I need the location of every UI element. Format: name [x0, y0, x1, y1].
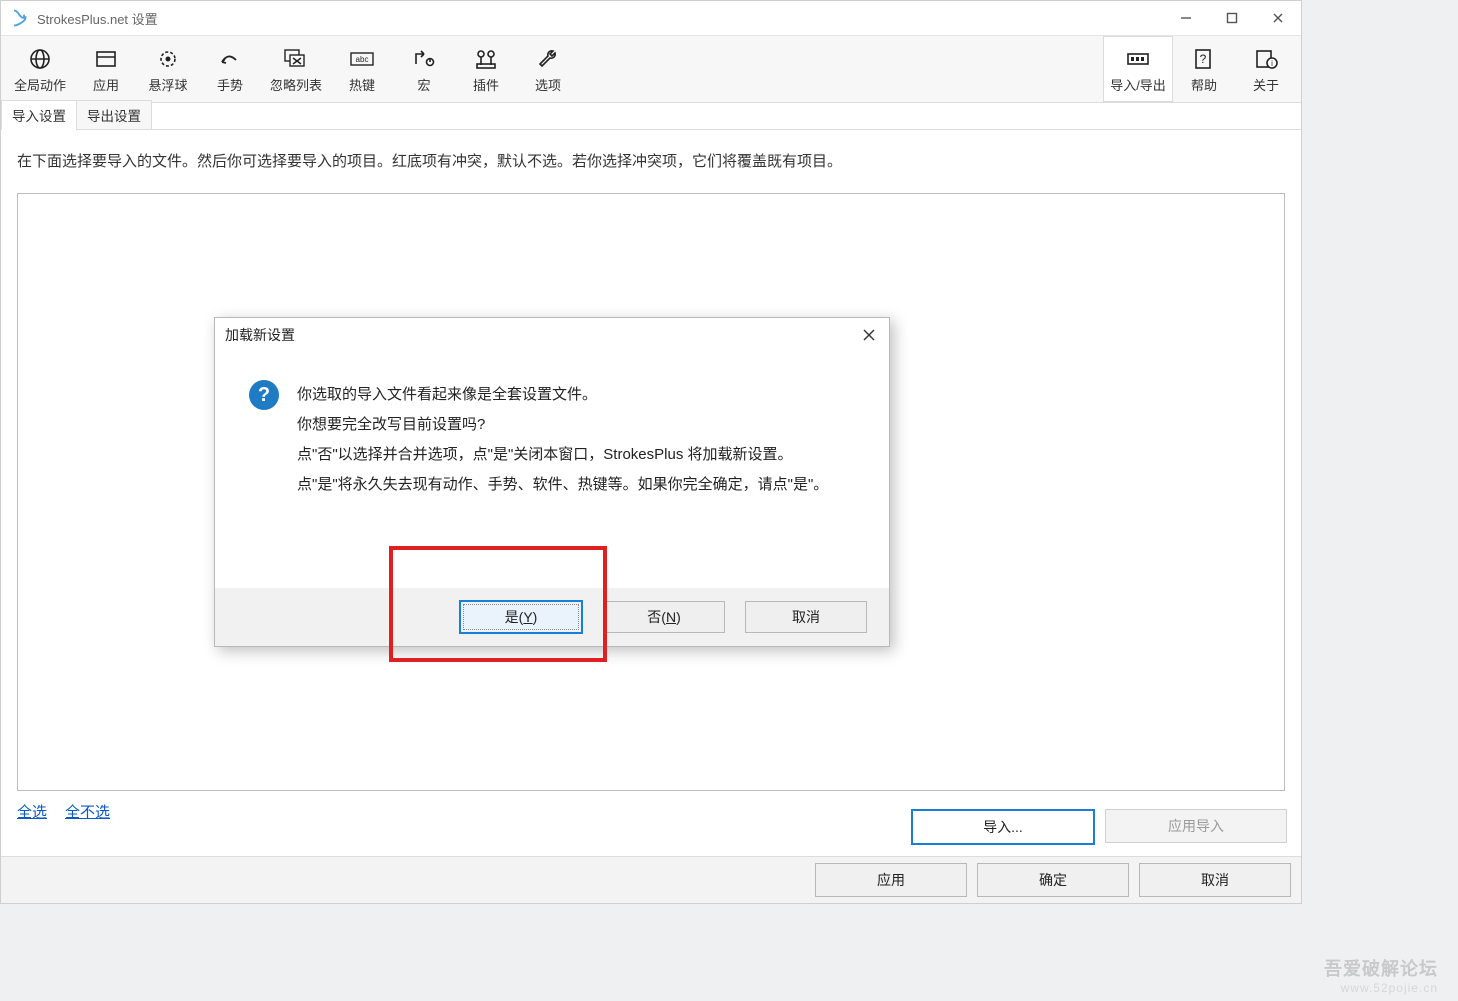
- toolbar-label: 悬浮球: [148, 75, 187, 94]
- toolbar-label: 应用: [93, 75, 119, 94]
- import-buttons-row: 导入... 应用导入: [911, 809, 1287, 845]
- svg-text:i: i: [1271, 59, 1273, 68]
- window-maximize-button[interactable]: [1209, 1, 1255, 35]
- toolbar-label: 忽略列表: [270, 75, 322, 94]
- gesture-icon: [218, 45, 242, 73]
- description-text: 在下面选择要导入的文件。然后你可选择要导入的项目。红底项有冲突，默认不选。若你选…: [17, 150, 1285, 171]
- dialog-line3: 点"否"以选择并合并选项，点"是"关闭本窗口，StrokesPlus 将加载新设…: [297, 440, 865, 470]
- toolbar-label: 热键: [349, 75, 375, 94]
- window-title: StrokesPlus.net 设置: [37, 9, 158, 28]
- toolbar-label: 关于: [1253, 75, 1279, 94]
- toolbar-about[interactable]: i 关于: [1235, 36, 1297, 102]
- question-icon: ?: [249, 380, 279, 410]
- windows-x-icon: [283, 45, 309, 73]
- window-icon: [94, 45, 118, 73]
- toolbar-import-export[interactable]: 导入/导出: [1103, 36, 1173, 102]
- tab-import-settings[interactable]: 导入设置: [1, 100, 77, 130]
- dialog-line2: 你想要完全改写目前设置吗?: [297, 410, 865, 440]
- toolbar-floatball[interactable]: 悬浮球: [137, 36, 199, 102]
- toolbar-label: 导入/导出: [1110, 75, 1166, 94]
- load-settings-dialog: 加载新设置 ? 你选取的导入文件看起来像是全套设置文件。 你想要完全改写目前设置…: [214, 317, 890, 647]
- dialog-no-button[interactable]: 否(N): [603, 601, 725, 633]
- toolbar-label: 帮助: [1191, 75, 1217, 94]
- window-close-button[interactable]: [1255, 1, 1301, 35]
- sub-tabs: 导入设置 导出设置: [1, 103, 1301, 130]
- watermark: 吾爱破解论坛 www.52pojie.cn: [1324, 955, 1438, 995]
- dialog-yes-button[interactable]: 是(Y): [459, 600, 583, 634]
- titlebar: StrokesPlus.net 设置: [1, 1, 1301, 36]
- help-icon: ?: [1192, 45, 1216, 73]
- wrench-icon: [536, 45, 560, 73]
- toolbar-label: 插件: [473, 75, 499, 94]
- dialog-body: ? 你选取的导入文件看起来像是全套设置文件。 你想要完全改写目前设置吗? 点"否…: [215, 352, 889, 500]
- toolbar-hotkey[interactable]: abc 热键: [331, 36, 393, 102]
- ok-button[interactable]: 确定: [977, 863, 1129, 897]
- dialog-cancel-button[interactable]: 取消: [745, 601, 867, 633]
- toolbar-help[interactable]: ? 帮助: [1173, 36, 1235, 102]
- dialog-message: 你选取的导入文件看起来像是全套设置文件。 你想要完全改写目前设置吗? 点"否"以…: [297, 380, 865, 500]
- toolbar-label: 宏: [417, 75, 430, 94]
- select-none-link[interactable]: 全不选: [65, 801, 110, 822]
- import-export-icon: [1124, 45, 1152, 73]
- macro-icon: [412, 45, 436, 73]
- dialog-titlebar: 加载新设置: [215, 318, 889, 352]
- toolbar-options[interactable]: 选项: [517, 36, 579, 102]
- toolbar-label: 全局动作: [14, 75, 66, 94]
- import-button[interactable]: 导入...: [911, 809, 1095, 845]
- watermark-sub: www.52pojie.cn: [1341, 981, 1438, 995]
- cancel-button[interactable]: 取消: [1139, 863, 1291, 897]
- dialog-line1: 你选取的导入文件看起来像是全套设置文件。: [297, 380, 865, 410]
- toolbar-gesture[interactable]: 手势: [199, 36, 261, 102]
- tab-export-settings[interactable]: 导出设置: [76, 100, 152, 130]
- plugin-icon: [474, 45, 498, 73]
- toolbar-label: 手势: [217, 75, 243, 94]
- svg-text:?: ?: [1200, 52, 1207, 66]
- toolbar-macro[interactable]: 宏: [393, 36, 455, 102]
- toolbar-ignore-list[interactable]: 忽略列表: [261, 36, 331, 102]
- select-all-link[interactable]: 全选: [17, 801, 47, 822]
- toolbar-global-actions[interactable]: 全局动作: [5, 36, 75, 102]
- toolbar-apps[interactable]: 应用: [75, 36, 137, 102]
- key-abc-icon: abc: [349, 45, 375, 73]
- bottom-button-bar: 应用 确定 取消: [1, 856, 1301, 903]
- window-minimize-button[interactable]: [1163, 1, 1209, 35]
- app-logo-icon: [9, 8, 29, 28]
- svg-text:abc: abc: [356, 55, 369, 64]
- about-icon: i: [1254, 45, 1278, 73]
- app-window: StrokesPlus.net 设置 全局动作 应用 悬浮球 手势 忽略列表 a…: [0, 0, 1302, 904]
- target-icon: [156, 45, 180, 73]
- globe-icon: [28, 45, 52, 73]
- dialog-footer: 是(Y) 否(N) 取消: [215, 588, 889, 646]
- dialog-title: 加载新设置: [225, 325, 295, 345]
- dialog-close-button[interactable]: [859, 325, 879, 345]
- toolbar-plugin[interactable]: 插件: [455, 36, 517, 102]
- main-toolbar: 全局动作 应用 悬浮球 手势 忽略列表 abc 热键 宏 插件: [1, 36, 1301, 103]
- toolbar-label: 选项: [535, 75, 561, 94]
- apply-import-button: 应用导入: [1105, 809, 1287, 843]
- apply-button[interactable]: 应用: [815, 863, 967, 897]
- dialog-line4: 点"是"将永久失去现有动作、手势、软件、热键等。如果你完全确定，请点"是"。: [297, 470, 865, 500]
- watermark-main: 吾爱破解论坛: [1324, 955, 1438, 981]
